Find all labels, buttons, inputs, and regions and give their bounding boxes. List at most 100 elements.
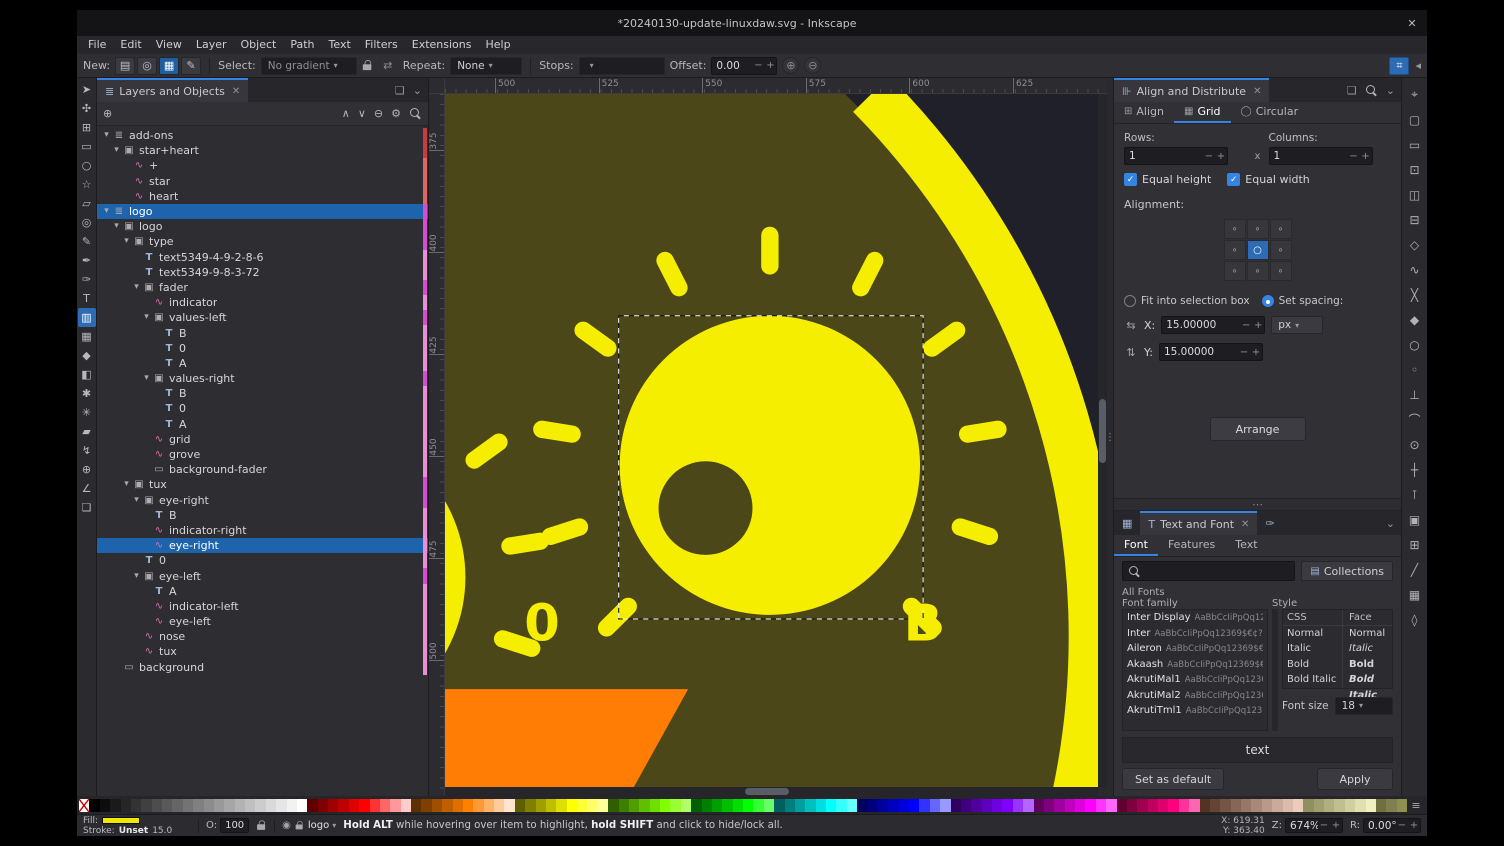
palette-swatch[interactable] (1386, 799, 1396, 812)
snap-cusp-nodes[interactable]: ◆ (1405, 307, 1425, 332)
menu-text[interactable]: Text (322, 36, 358, 54)
snap-bbox-centers[interactable]: ⊟ (1405, 207, 1425, 232)
palette-swatch[interactable] (1137, 799, 1147, 812)
layer-row[interactable]: T0 (97, 401, 428, 416)
palette-swatch[interactable] (1345, 799, 1355, 812)
palette-swatch[interactable] (172, 799, 182, 812)
rows-spinbox-increment-button[interactable]: + (1215, 151, 1227, 162)
font-family-item[interactable]: AkrutiMal2AaBbCcIiPpQq12369$€¢?2 (1123, 688, 1267, 704)
layer-row[interactable]: ∿heart (97, 189, 428, 204)
set-as-default-button[interactable]: Set as default (1122, 768, 1224, 790)
tab-align-and-distribute[interactable]: ⊪ Align and Distribute ✕ (1114, 78, 1269, 102)
close-align-tab-icon[interactable]: ✕ (1253, 86, 1261, 97)
align-tab-circular[interactable]: ◯Circular (1231, 102, 1309, 123)
menu-file[interactable]: File (81, 36, 113, 54)
expand-arrow-icon[interactable]: ▾ (101, 204, 112, 219)
tool-node-editor[interactable]: ✣ (78, 99, 96, 118)
menu-edit[interactable]: Edit (113, 36, 148, 54)
snap-perpendicular[interactable]: ⊥ (1405, 382, 1425, 407)
palette-swatch[interactable] (121, 799, 131, 812)
palette-swatch[interactable] (235, 799, 245, 812)
snap-page-margins[interactable]: ▦ (1405, 582, 1425, 607)
palette-swatch[interactable] (525, 799, 535, 812)
rotation-spinbox-increment-button[interactable]: + (1408, 820, 1420, 831)
layer-row[interactable]: ∿indicator-right (97, 523, 428, 538)
palette-swatch[interactable] (453, 799, 463, 812)
rows-spinbox[interactable]: 1−+ (1124, 147, 1228, 165)
palette-swatch[interactable] (878, 799, 888, 812)
linear-gradient-button[interactable]: ▤ (115, 57, 135, 75)
layer-tag-color[interactable] (423, 265, 427, 280)
tool-gradient[interactable]: ▥ (78, 308, 96, 327)
close-font-tab-icon[interactable]: ✕ (1241, 519, 1249, 530)
palette-swatch[interactable] (380, 799, 390, 812)
snap-guides[interactable]: ╱ (1405, 557, 1425, 582)
layer-tag-color[interactable] (423, 508, 427, 523)
palette-swatch[interactable] (899, 799, 909, 812)
layer-tag-color[interactable] (423, 356, 427, 371)
palette-swatch[interactable] (1168, 799, 1178, 812)
layer-tag-color[interactable] (423, 280, 427, 295)
menu-extensions[interactable]: Extensions (405, 36, 479, 54)
layer-row[interactable]: T0 (97, 341, 428, 356)
rotation-spinbox-value[interactable]: 0.00° (1368, 820, 1396, 832)
layer-tag-color[interactable] (423, 234, 427, 249)
palette-swatch[interactable] (463, 799, 473, 812)
font-family-item[interactable]: AkrutiMal1AaBbCcIiPpQq12369$€¢?2 (1123, 672, 1267, 688)
font-family-item[interactable]: AkrutiTml1AaBbCcIiPpQq12369$€¢ (1123, 703, 1267, 719)
layer-tag-color[interactable] (423, 219, 427, 234)
tool-pencil[interactable]: ✎ (78, 232, 96, 251)
palette-swatch[interactable] (847, 799, 857, 812)
expand-arrow-icon[interactable]: ▾ (101, 128, 112, 143)
palette-swatch[interactable] (1231, 799, 1241, 812)
layer-tag-color[interactable] (423, 553, 427, 568)
layer-tag-color[interactable] (423, 371, 427, 386)
palette-swatch[interactable] (421, 799, 431, 812)
palette-swatch[interactable] (1179, 799, 1189, 812)
tool-dropper[interactable]: ◆ (78, 346, 96, 365)
snap-rotation-centers[interactable]: ┼ (1405, 457, 1425, 482)
palette-swatch[interactable] (328, 799, 338, 812)
expand-arrow-icon[interactable]: ▾ (131, 493, 142, 508)
palette-swatch[interactable] (1075, 799, 1085, 812)
layer-row[interactable]: TB (97, 508, 428, 523)
tool-3d-box[interactable]: ▱ (78, 194, 96, 213)
layers-panel-chevron-icon[interactable]: ⌄ (413, 84, 422, 97)
palette-swatch[interactable] (152, 799, 162, 812)
snap-line-midpoints[interactable]: ◦ (1405, 357, 1425, 382)
tool-pages[interactable]: ❏ (78, 498, 96, 517)
palette-swatch[interactable] (110, 799, 120, 812)
tool-mesh[interactable]: ▦ (78, 327, 96, 346)
insert-stop-button[interactable]: ⊕ (782, 57, 799, 74)
layer-row[interactable]: ▾▣fader (97, 280, 428, 295)
ruler-origin-corner[interactable] (429, 78, 445, 94)
offset-spinbox[interactable]: 0.00−+ (711, 57, 777, 75)
layer-tag-color[interactable] (423, 477, 427, 492)
stroke-width-value[interactable]: 15.0 (152, 826, 172, 836)
palette-swatch[interactable] (1272, 799, 1282, 812)
palette-swatch[interactable] (1013, 799, 1023, 812)
palette-swatch[interactable] (162, 799, 172, 812)
canvas-label-b[interactable]: B (904, 594, 943, 653)
palette-swatch[interactable] (1262, 799, 1272, 812)
palette-swatch[interactable] (193, 799, 203, 812)
rows-spinbox-decrement-button[interactable]: − (1203, 151, 1215, 162)
stroke-value[interactable]: Unset (119, 826, 148, 836)
palette-swatch[interactable] (359, 799, 369, 812)
palette-swatch[interactable] (473, 799, 483, 812)
palette-swatch[interactable] (255, 799, 265, 812)
expand-arrow-icon[interactable]: ▾ (141, 310, 152, 325)
font-family-item[interactable]: Inter DisplayAaBbCcIiPpQq1236 (1123, 610, 1267, 626)
columns-spinbox-value[interactable]: 1 (1274, 150, 1348, 162)
snap-global-toggle[interactable]: ⌖ (1405, 82, 1425, 107)
palette-swatch[interactable] (1355, 799, 1365, 812)
palette-swatch[interactable] (764, 799, 774, 812)
canvas-label-0[interactable]: 0 (524, 594, 560, 653)
tool-connector[interactable]: ↯ (78, 441, 96, 460)
vertical-ruler[interactable]: 375400425450475500 (429, 94, 445, 796)
tool-shape-builder[interactable]: ⊞ (78, 118, 96, 137)
zoom-spinbox-value[interactable]: 674% (1290, 820, 1318, 832)
style-table[interactable]: CSS Face NormalNormalItalicItalicBoldBol… (1282, 609, 1393, 689)
palette-swatch[interactable] (131, 799, 141, 812)
palette-swatch[interactable] (1334, 799, 1344, 812)
